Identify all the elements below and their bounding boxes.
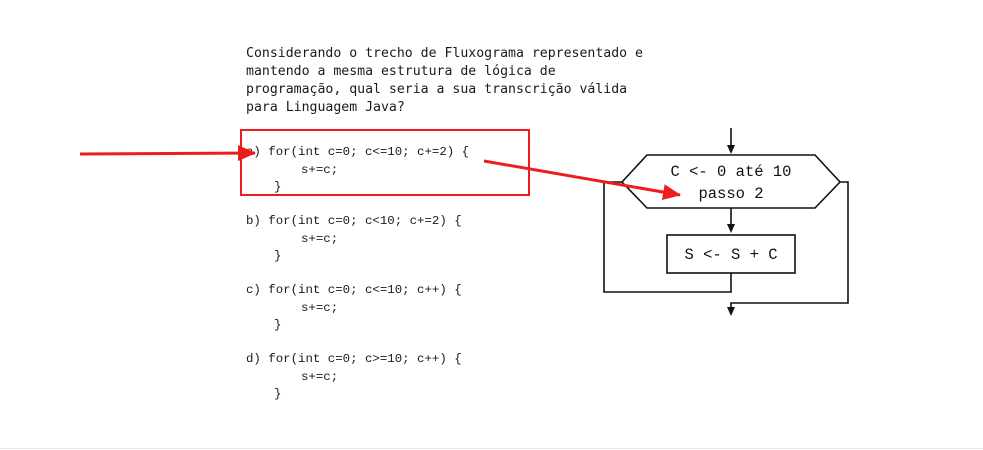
loop-label-line2: passo 2	[698, 185, 763, 203]
bottom-divider	[0, 448, 983, 449]
loop-label-line1: C <- 0 até 10	[671, 163, 792, 181]
red-pointer-arrow-left	[79, 145, 256, 162]
process-label: S <- S + C	[684, 246, 777, 264]
flowchart-diagram: C <- 0 até 10 passo 2 S <- S + C	[79, 128, 849, 316]
